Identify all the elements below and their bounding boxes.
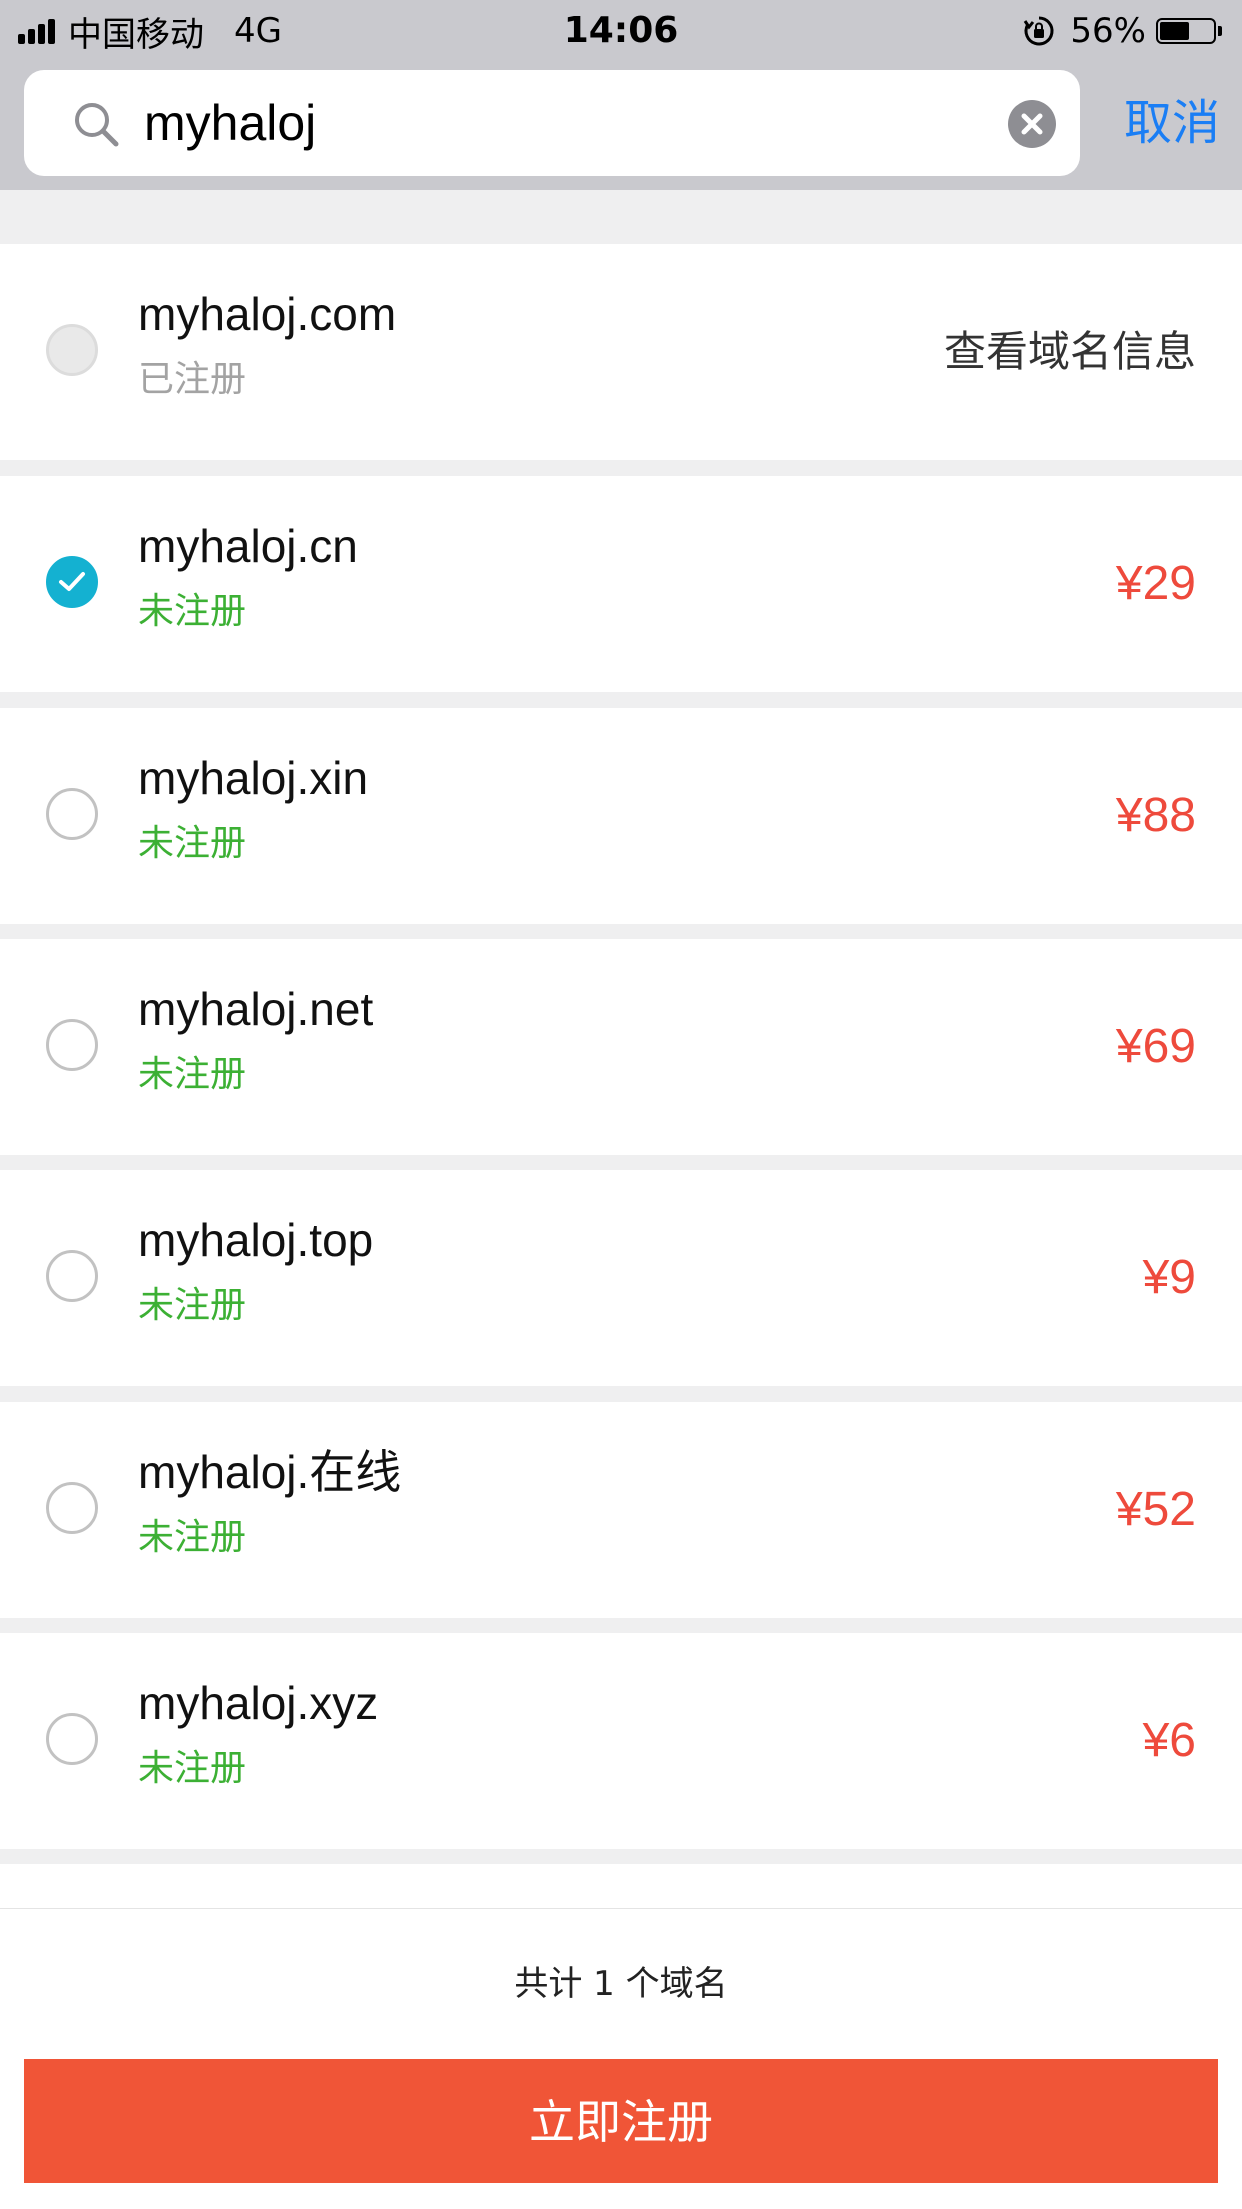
battery-icon <box>1156 18 1222 44</box>
radio-unchecked-icon[interactable] <box>46 1019 98 1071</box>
domain-name: myhaloj.xyz <box>138 1677 379 1729</box>
radio-unchecked-icon[interactable] <box>46 1250 98 1302</box>
domain-price: ¥9 <box>1142 1251 1196 1304</box>
radio-checked-icon[interactable] <box>46 556 98 608</box>
domain-row[interactable]: myhaloj.top 未注册 ¥9 <box>0 1170 1242 1386</box>
domain-row[interactable]: myhaloj.xyz 未注册 ¥6 <box>0 1633 1242 1849</box>
domain-status: 未注册 <box>138 823 247 864</box>
rotation-lock-icon <box>1022 14 1056 48</box>
radio-disabled-icon <box>46 324 98 376</box>
domain-status: 未注册 <box>138 1517 247 1558</box>
search-input[interactable] <box>144 88 1004 158</box>
domain-name: myhaloj.net <box>138 983 374 1035</box>
domain-price: ¥6 <box>1142 1714 1196 1767</box>
domain-row[interactable]: myhaloj.com 已注册 查看域名信息 <box>0 244 1242 460</box>
radio-unchecked-icon[interactable] <box>46 1482 98 1534</box>
status-right: 56% <box>1022 10 1222 52</box>
domain-name: myhaloj.com <box>138 288 397 340</box>
domain-price: ¥69 <box>1115 1020 1196 1073</box>
battery-percent: 56% <box>1070 11 1146 51</box>
domain-row[interactable]: myhaloj.cn 未注册 ¥29 <box>0 476 1242 692</box>
domain-row[interactable]: myhaloj.net 未注册 ¥69 <box>0 939 1242 1155</box>
status-bar: 中国移动 4G 14:06 56% <box>0 0 1242 62</box>
domain-status: 未注册 <box>138 1054 247 1095</box>
domain-price: ¥52 <box>1115 1483 1196 1536</box>
domain-status: 未注册 <box>138 591 247 632</box>
search-icon <box>72 100 122 150</box>
domain-status: 未注册 <box>138 1285 247 1326</box>
domain-price: ¥88 <box>1115 789 1196 842</box>
domain-status: 未注册 <box>138 1748 247 1789</box>
header: 中国移动 4G 14:06 56% myhaloj 取消 <box>0 0 1242 190</box>
radio-unchecked-icon[interactable] <box>46 788 98 840</box>
search-box[interactable] <box>24 70 1080 176</box>
domain-name: myhaloj.cn <box>138 520 358 572</box>
view-domain-info-link[interactable]: 查看域名信息 <box>944 322 1196 382</box>
cancel-button[interactable]: 取消 <box>1112 88 1232 158</box>
radio-unchecked-icon[interactable] <box>46 1713 98 1765</box>
footer: 共计 1 个域名 立即注册 <box>0 1908 1242 2209</box>
total-count-text: 共计 1 个域名 <box>514 1964 728 2004</box>
domain-row[interactable]: myhaloj.在线 未注册 ¥52 <box>0 1402 1242 1618</box>
domain-status: 已注册 <box>138 359 247 400</box>
register-now-button[interactable]: 立即注册 <box>24 2059 1218 2183</box>
clear-icon[interactable] <box>1008 100 1056 148</box>
domain-price: ¥29 <box>1115 557 1196 610</box>
domain-name: myhaloj.在线 <box>138 1446 402 1498</box>
domain-name: myhaloj.xin <box>138 752 369 804</box>
domain-row[interactable]: myhaloj.xin 未注册 ¥88 <box>0 708 1242 924</box>
domain-name: myhaloj.top <box>138 1214 374 1266</box>
